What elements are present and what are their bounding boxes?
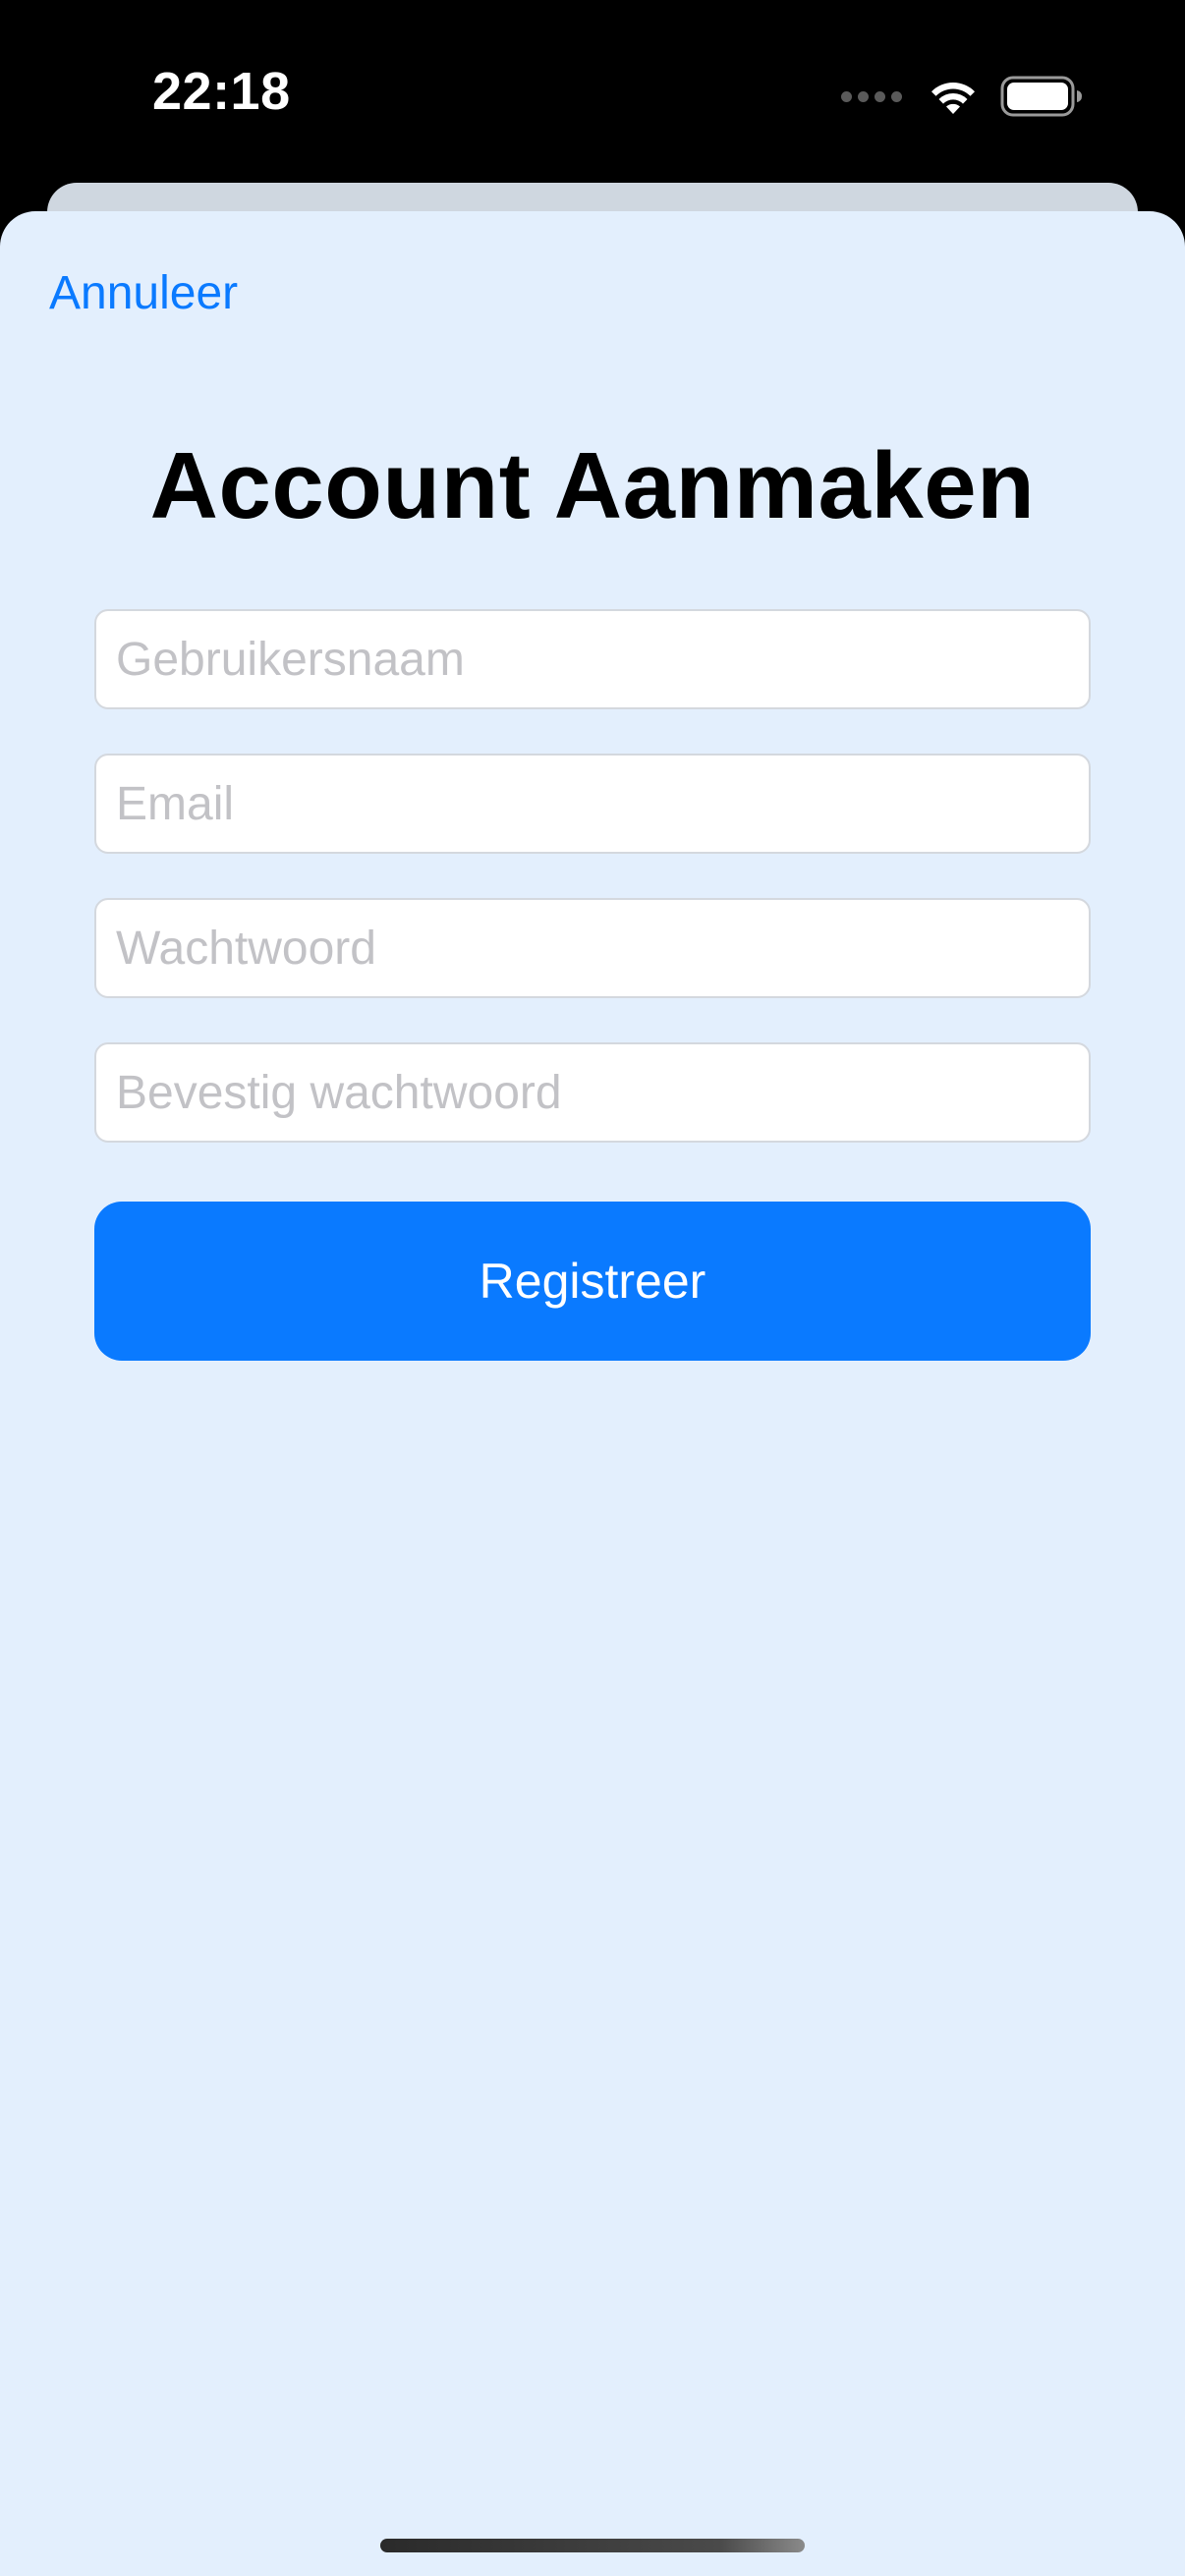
app-screen: 22:18 Annuleer Account Aanmaken Regi — [0, 0, 1185, 2576]
status-icons — [841, 73, 1083, 120]
home-indicator[interactable] — [380, 2539, 805, 2552]
page-title: Account Aanmaken — [149, 433, 1036, 538]
password-field[interactable] — [94, 898, 1091, 998]
register-button[interactable]: Registreer — [94, 1202, 1091, 1361]
status-time: 22:18 — [152, 62, 291, 121]
battery-icon — [1000, 76, 1082, 117]
wifi-icon — [931, 83, 975, 114]
email-field[interactable] — [94, 754, 1091, 854]
cancel-button[interactable]: Annuleer — [49, 266, 238, 320]
registration-sheet: Annuleer Account Aanmaken Registreer — [0, 211, 1185, 2576]
cellular-signal-icon — [841, 90, 902, 102]
status-bar: 22:18 — [0, 0, 1185, 187]
confirm-password-field[interactable] — [94, 1042, 1091, 1143]
username-field[interactable] — [94, 609, 1091, 709]
